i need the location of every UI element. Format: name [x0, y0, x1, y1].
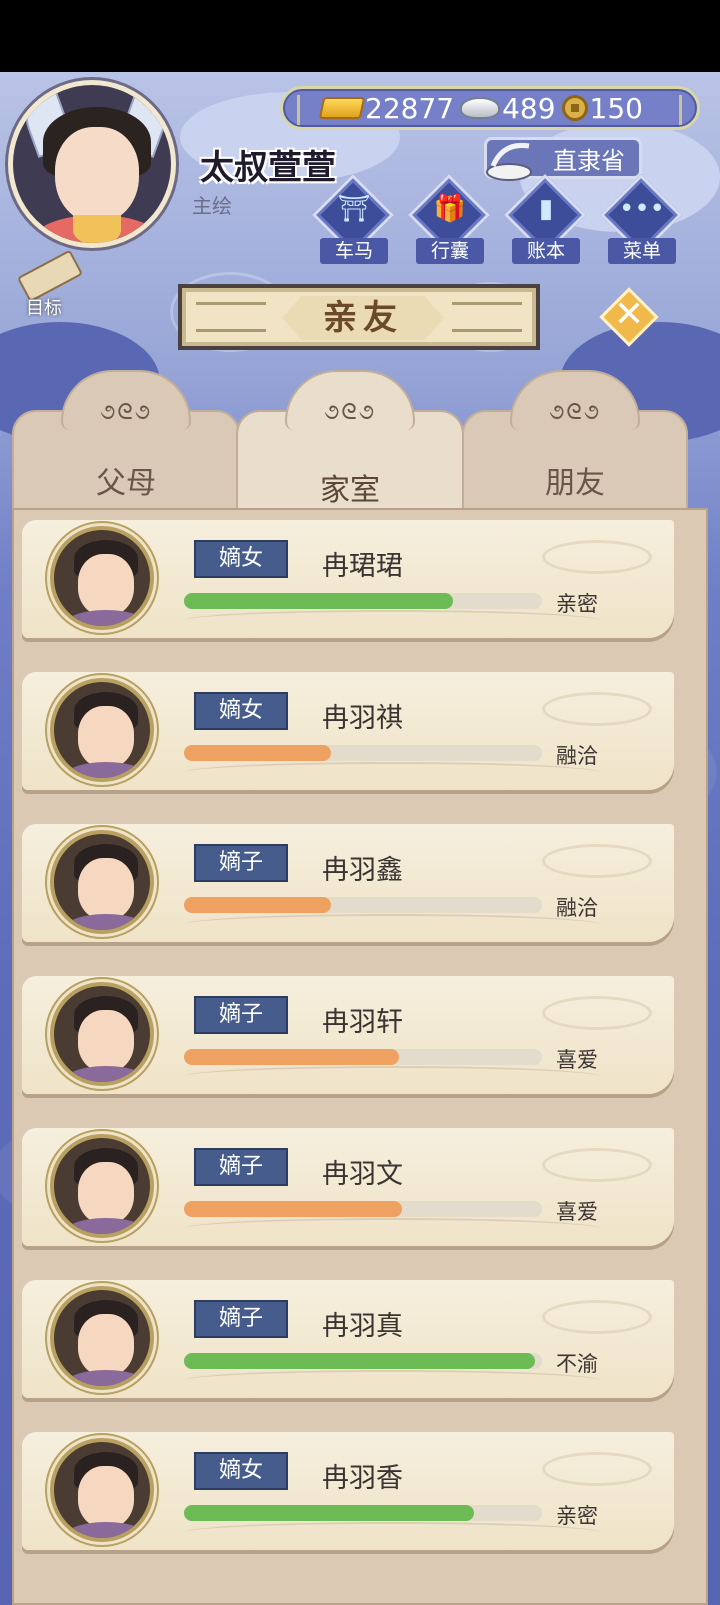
affinity-bar [184, 897, 542, 913]
cloud-swirl-icon: ૭ᘓ૭ [323, 400, 377, 425]
goal-label: 目标 [26, 298, 62, 319]
relative-portrait[interactable] [50, 830, 154, 934]
ledger-icon: ▮ [538, 194, 554, 224]
location-name: 直隶省 [553, 146, 625, 175]
silver-ingot-icon [460, 97, 501, 119]
tab-parents[interactable]: ૭ᘓ૭ 父母 [12, 370, 240, 520]
close-icon: ✕ [613, 294, 645, 335]
relative-portrait[interactable] [50, 982, 154, 1086]
menu-button[interactable]: ••• 菜单 [599, 173, 684, 266]
relative-portrait[interactable] [50, 1438, 154, 1542]
relative-name: 冉羽文 [322, 1159, 403, 1190]
affinity-bar-fill [184, 1505, 474, 1521]
relative-portrait[interactable] [50, 1134, 154, 1238]
tab-parents-label: 父母 [96, 466, 156, 501]
relative-card[interactable]: 嫡女 冉珺珺亲密 [22, 520, 684, 644]
affinity-bar [184, 745, 542, 761]
goal-button[interactable]: 目标 [14, 249, 84, 320]
carriage-icon: ⛩ [337, 194, 371, 224]
currency-bar: 22877 489 150 [280, 86, 700, 130]
carriage-label: 车马 [320, 238, 388, 264]
relative-card[interactable]: 嫡女 冉羽香亲密 [22, 1432, 684, 1556]
gold-ingot-icon [318, 97, 366, 119]
cloud-swirl-icon: ૭ᘓ૭ [99, 400, 153, 425]
copper-coin-icon [561, 95, 588, 121]
coin-amount: 150 [589, 91, 643, 125]
inkstone-icon [486, 142, 532, 181]
bag-icon: 🎁 [433, 194, 467, 224]
relative-portrait[interactable] [50, 1286, 154, 1390]
affinity-bar-fill [184, 593, 453, 609]
relative-card[interactable]: 嫡子 冉羽文喜爱 [22, 1128, 684, 1252]
relative-name: 冉羽真 [322, 1311, 403, 1342]
affinity-status: 喜爱 [556, 1048, 598, 1072]
affinity-bar [184, 1049, 542, 1065]
relation-tag: 嫡女 [194, 1452, 288, 1490]
title-banner: 亲友 [178, 284, 540, 350]
ledger-button[interactable]: ▮ 账本 [503, 173, 588, 266]
cloud-swirl-icon: ૭ᘓ૭ [548, 400, 602, 425]
more-icon: ••• [618, 194, 665, 224]
player-role: 主绘 [192, 194, 232, 218]
carriage-button[interactable]: ⛩ 车马 [311, 173, 396, 266]
affinity-status: 亲密 [556, 592, 598, 616]
tab-family-label: 家室 [320, 473, 380, 508]
status-bar [0, 0, 720, 72]
relative-name: 冉羽轩 [322, 1007, 403, 1038]
affinity-bar-fill [184, 1049, 399, 1065]
relative-name: 冉羽香 [322, 1463, 403, 1494]
relative-name: 冉羽祺 [322, 703, 403, 734]
close-button[interactable]: ✕ [599, 287, 659, 347]
gold-amount: 22877 [365, 91, 455, 125]
silver-amount: 489 [502, 91, 556, 125]
affinity-bar [184, 593, 542, 609]
affinity-status: 融洽 [556, 896, 598, 920]
relation-tag: 嫡女 [194, 692, 288, 730]
bag-button[interactable]: 🎁 行囊 [407, 173, 492, 266]
relative-name: 冉羽鑫 [322, 855, 403, 886]
relative-name: 冉珺珺 [322, 551, 403, 582]
relation-tag: 嫡子 [194, 1148, 288, 1186]
page-title: 亲友 [282, 296, 444, 340]
relation-tag: 嫡子 [194, 1300, 288, 1338]
relative-portrait[interactable] [50, 678, 154, 782]
tab-friends-label: 朋友 [545, 466, 605, 501]
relative-card[interactable]: 嫡女 冉羽祺融洽 [22, 672, 684, 796]
bag-label: 行囊 [416, 238, 484, 264]
relation-tag: 嫡子 [194, 996, 288, 1034]
affinity-status: 融洽 [556, 744, 598, 768]
affinity-bar-fill [184, 1201, 402, 1217]
relation-tag: 嫡子 [194, 844, 288, 882]
affinity-status: 不渝 [556, 1352, 598, 1376]
affinity-bar-fill [184, 1353, 535, 1369]
affinity-status: 亲密 [556, 1504, 598, 1528]
affinity-status: 喜爱 [556, 1200, 598, 1224]
relative-card[interactable]: 嫡子 冉羽轩喜爱 [22, 976, 684, 1100]
player-avatar[interactable] [8, 80, 176, 248]
location-button[interactable]: 直隶省 [484, 137, 642, 181]
affinity-bar [184, 1201, 542, 1217]
relative-portrait[interactable] [50, 526, 154, 630]
affinity-bar [184, 1353, 542, 1369]
affinity-bar-fill [184, 745, 331, 761]
relation-tag: 嫡女 [194, 540, 288, 578]
ledger-label: 账本 [512, 238, 580, 264]
menu-label: 菜单 [608, 238, 676, 264]
affinity-bar [184, 1505, 542, 1521]
affinity-bar-fill [184, 897, 331, 913]
relative-card[interactable]: 嫡子 冉羽真不渝 [22, 1280, 684, 1404]
tab-friends[interactable]: ૭ᘓ૭ 朋友 [462, 370, 688, 520]
tab-family[interactable]: ૭ᘓ૭ 家室 [236, 370, 464, 520]
relative-card[interactable]: 嫡子 冉羽鑫融洽 [22, 824, 684, 948]
